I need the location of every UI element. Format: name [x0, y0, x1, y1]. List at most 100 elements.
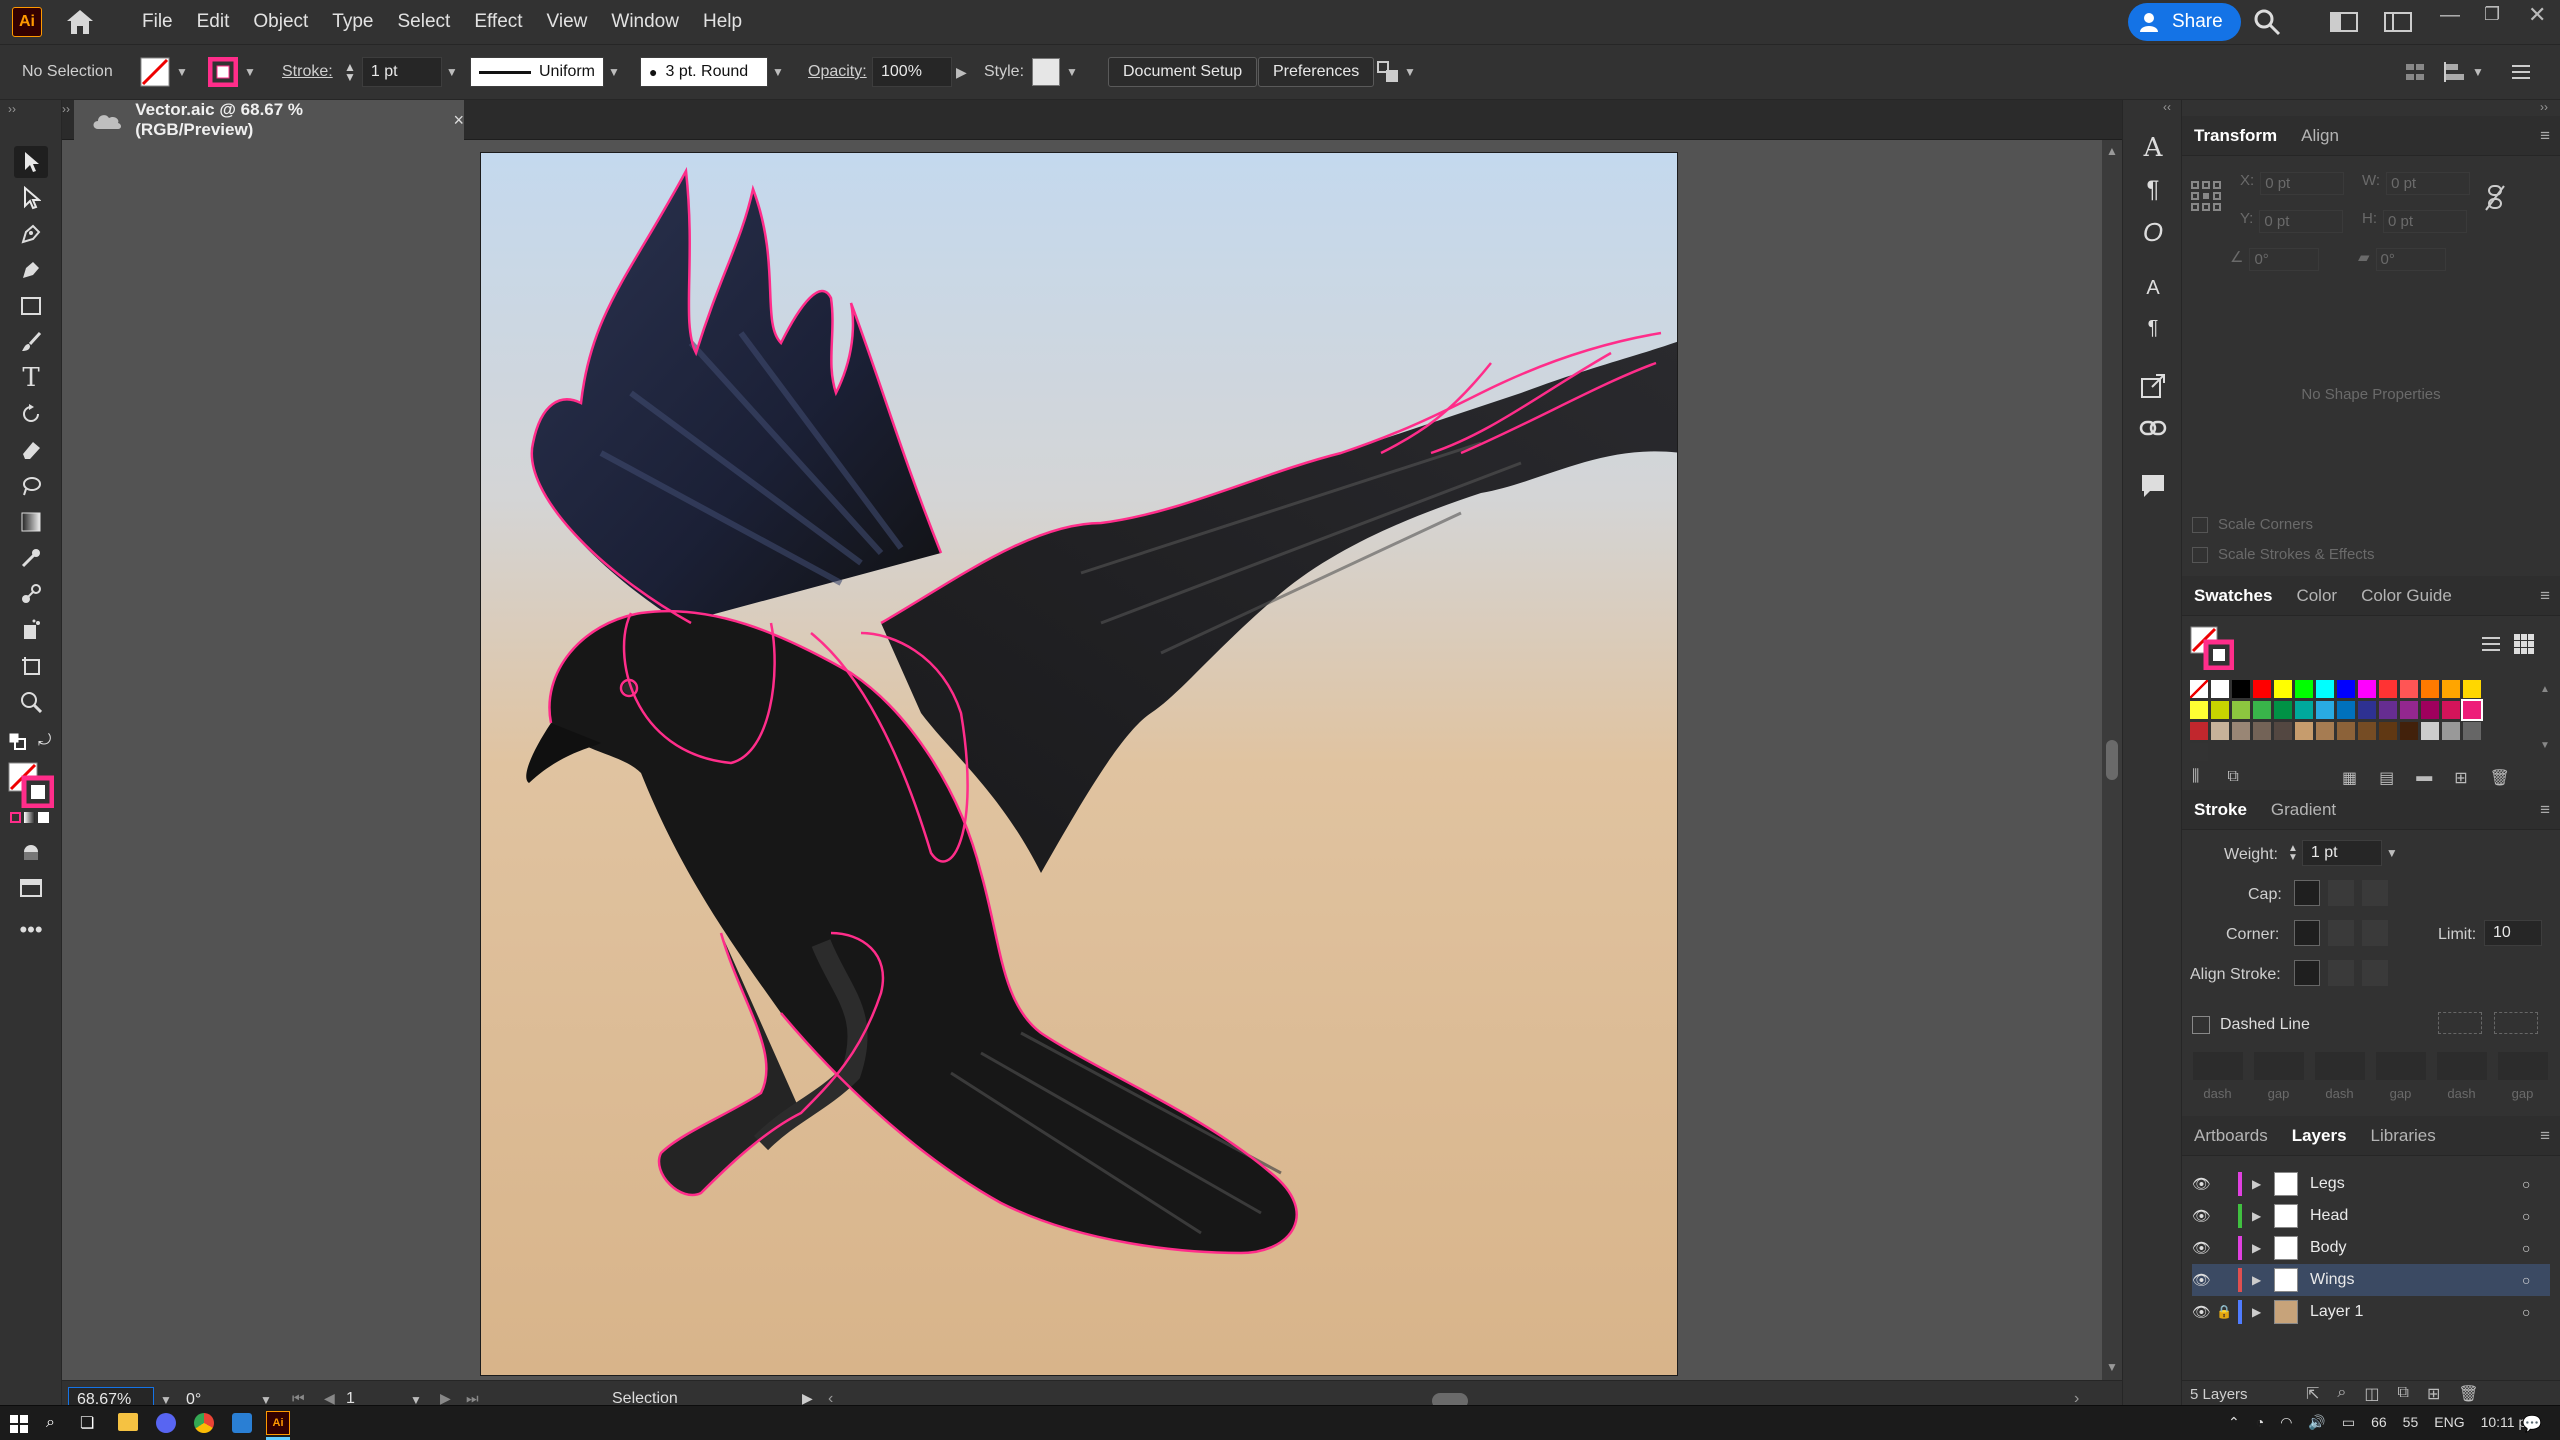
volume-icon[interactable]: 🔊	[2308, 1414, 2325, 1431]
expand-layer-icon[interactable]: ▶	[2252, 1241, 2274, 1255]
target-icon[interactable]: ○	[2522, 1304, 2550, 1320]
swatch[interactable]	[2400, 680, 2418, 698]
round-join-icon[interactable]	[2328, 920, 2354, 946]
layer-name[interactable]: Layer 1	[2310, 1303, 2522, 1321]
dashed-line-option[interactable]: Dashed Line	[2192, 1016, 2310, 1034]
character-styles-icon[interactable]: A	[2137, 272, 2169, 304]
menu-help[interactable]: Help	[691, 0, 754, 44]
tab-swatches[interactable]: Swatches	[2182, 576, 2284, 616]
tray-chevron-icon[interactable]: ⌃	[2228, 1414, 2240, 1431]
notifications-icon[interactable]: 💬	[2522, 1414, 2542, 1434]
panel-menu-icon[interactable]	[2510, 57, 2532, 87]
close-tab-icon[interactable]: ×	[453, 110, 464, 131]
layer-row[interactable]: 👁 ▶ Wings ○	[2192, 1264, 2550, 1296]
restore-icon[interactable]: ❐	[2484, 4, 2500, 25]
swatch[interactable]	[2442, 680, 2460, 698]
clipping-mask-icon[interactable]: ◫	[2364, 1384, 2379, 1404]
zoom-tool-icon[interactable]	[14, 686, 48, 718]
fill-stroke-indicator[interactable]	[8, 762, 55, 813]
expand-layer-icon[interactable]: ▶	[2252, 1273, 2274, 1287]
stroke-weight-stepper[interactable]: ▲ ▼ 1 pt ▼	[344, 57, 458, 87]
align-icon[interactable]	[2404, 57, 2426, 87]
stroke-label[interactable]: Stroke:	[282, 57, 333, 87]
expand-layer-icon[interactable]: ▶	[2252, 1209, 2274, 1223]
expand-panels-icon[interactable]: ››	[2540, 100, 2548, 114]
eye-icon[interactable]: 👁	[2192, 1207, 2216, 1225]
color-mode-icon[interactable]	[10, 812, 21, 823]
eye-icon[interactable]: 👁	[2192, 1271, 2216, 1289]
swatch[interactable]	[2274, 701, 2292, 719]
swatch-scroll-down-icon[interactable]: ▼	[2540, 740, 2550, 751]
arrange-icon[interactable]: ▼	[1376, 57, 1416, 87]
list-view-icon[interactable]	[2480, 634, 2502, 659]
chevron-down-icon[interactable]: ▼	[2386, 846, 2398, 860]
align-inside-icon[interactable]	[2328, 960, 2354, 986]
symbol-sprayer-tool-icon[interactable]	[14, 614, 48, 646]
wifi-icon[interactable]: ◠	[2280, 1414, 2292, 1431]
minimize-icon[interactable]: —	[2440, 4, 2460, 27]
menu-select[interactable]: Select	[386, 0, 463, 44]
swatch[interactable]	[2232, 701, 2250, 719]
direct-selection-tool-icon[interactable]	[14, 182, 48, 214]
dash-input-2[interactable]	[2314, 1052, 2365, 1080]
panel-menu-icon[interactable]: ≡	[2540, 1126, 2550, 1146]
swatch[interactable]	[2253, 680, 2271, 698]
swatch[interactable]	[2400, 722, 2418, 740]
illustrator-taskbar-icon[interactable]: Ai	[266, 1411, 290, 1435]
gradient-mode-icon[interactable]	[24, 812, 35, 823]
dash-input-1[interactable]	[2192, 1052, 2243, 1080]
swatch[interactable]	[2442, 722, 2460, 740]
constrain-proportions-icon[interactable]	[2484, 184, 2506, 217]
limit-input[interactable]: 10	[2484, 920, 2542, 946]
miter-join-icon[interactable]	[2294, 920, 2320, 946]
show-kinds-icon[interactable]: ▦	[2342, 768, 2357, 788]
shear-input[interactable]: 0°	[2375, 248, 2446, 271]
opacity-input[interactable]: 100%	[872, 57, 952, 87]
menu-type[interactable]: Type	[320, 0, 385, 44]
arrange-documents-icon[interactable]	[2384, 10, 2412, 39]
swatch[interactable]	[2337, 680, 2355, 698]
h-input[interactable]: 0 pt	[2383, 210, 2467, 233]
grid-view-icon[interactable]	[2512, 632, 2536, 661]
brush-definition[interactable]: ● 3 pt. Round ▼	[640, 57, 784, 87]
target-icon[interactable]: ○	[2522, 1176, 2550, 1192]
rotate-tool-icon[interactable]	[14, 398, 48, 430]
swatch[interactable]	[2295, 680, 2313, 698]
swatch[interactable]	[2295, 722, 2313, 740]
swatch-libraries-icon[interactable]: ⫼	[2192, 768, 2199, 786]
gradient-tool-icon[interactable]	[14, 506, 48, 538]
dash-align-corners-icon[interactable]	[2494, 1012, 2538, 1034]
gap-input-1[interactable]	[2253, 1052, 2304, 1080]
target-icon[interactable]: ○	[2522, 1272, 2550, 1288]
butt-cap-icon[interactable]	[2294, 880, 2320, 906]
color-mode-icons[interactable]	[10, 812, 49, 823]
swatch[interactable]	[2253, 701, 2271, 719]
tab-color[interactable]: Color	[2284, 576, 2349, 616]
collapse-icon[interactable]: ››	[62, 102, 70, 116]
edit-toolbar-icon[interactable]: •••	[14, 914, 48, 946]
swatch[interactable]	[2274, 722, 2292, 740]
tab-libraries[interactable]: Libraries	[2359, 1116, 2448, 1156]
expand-layer-icon[interactable]: ▶	[2252, 1305, 2274, 1319]
character-panel-icon[interactable]: A	[2137, 132, 2169, 164]
locate-object-icon[interactable]: ⌕	[2337, 1384, 2346, 1404]
panel-menu-icon[interactable]: ≡	[2540, 586, 2550, 606]
gap-input-3[interactable]	[2497, 1052, 2548, 1080]
share-button[interactable]: Share	[2128, 3, 2241, 41]
distribute-icon[interactable]: ▼	[2444, 57, 2484, 87]
swatch-grid[interactable]	[2190, 680, 2530, 761]
dash-exact-icon[interactable]	[2438, 1012, 2482, 1034]
delete-swatch-icon[interactable]: 🗑	[2490, 768, 2510, 788]
panel-menu-icon[interactable]: ≡	[2540, 126, 2550, 146]
swatch[interactable]	[2274, 680, 2292, 698]
swatch[interactable]	[2295, 701, 2313, 719]
layer-name[interactable]: Wings	[2310, 1271, 2522, 1289]
swatch[interactable]	[2379, 701, 2397, 719]
none-mode-icon[interactable]	[38, 812, 49, 823]
swatch[interactable]	[2421, 701, 2439, 719]
bevel-join-icon[interactable]	[2362, 920, 2388, 946]
layer-name[interactable]: Body	[2310, 1239, 2522, 1257]
links-icon[interactable]	[2137, 412, 2169, 444]
paintbrush-tool-icon[interactable]	[14, 326, 48, 358]
stroke-weight-input[interactable]: 1 pt	[361, 57, 442, 87]
